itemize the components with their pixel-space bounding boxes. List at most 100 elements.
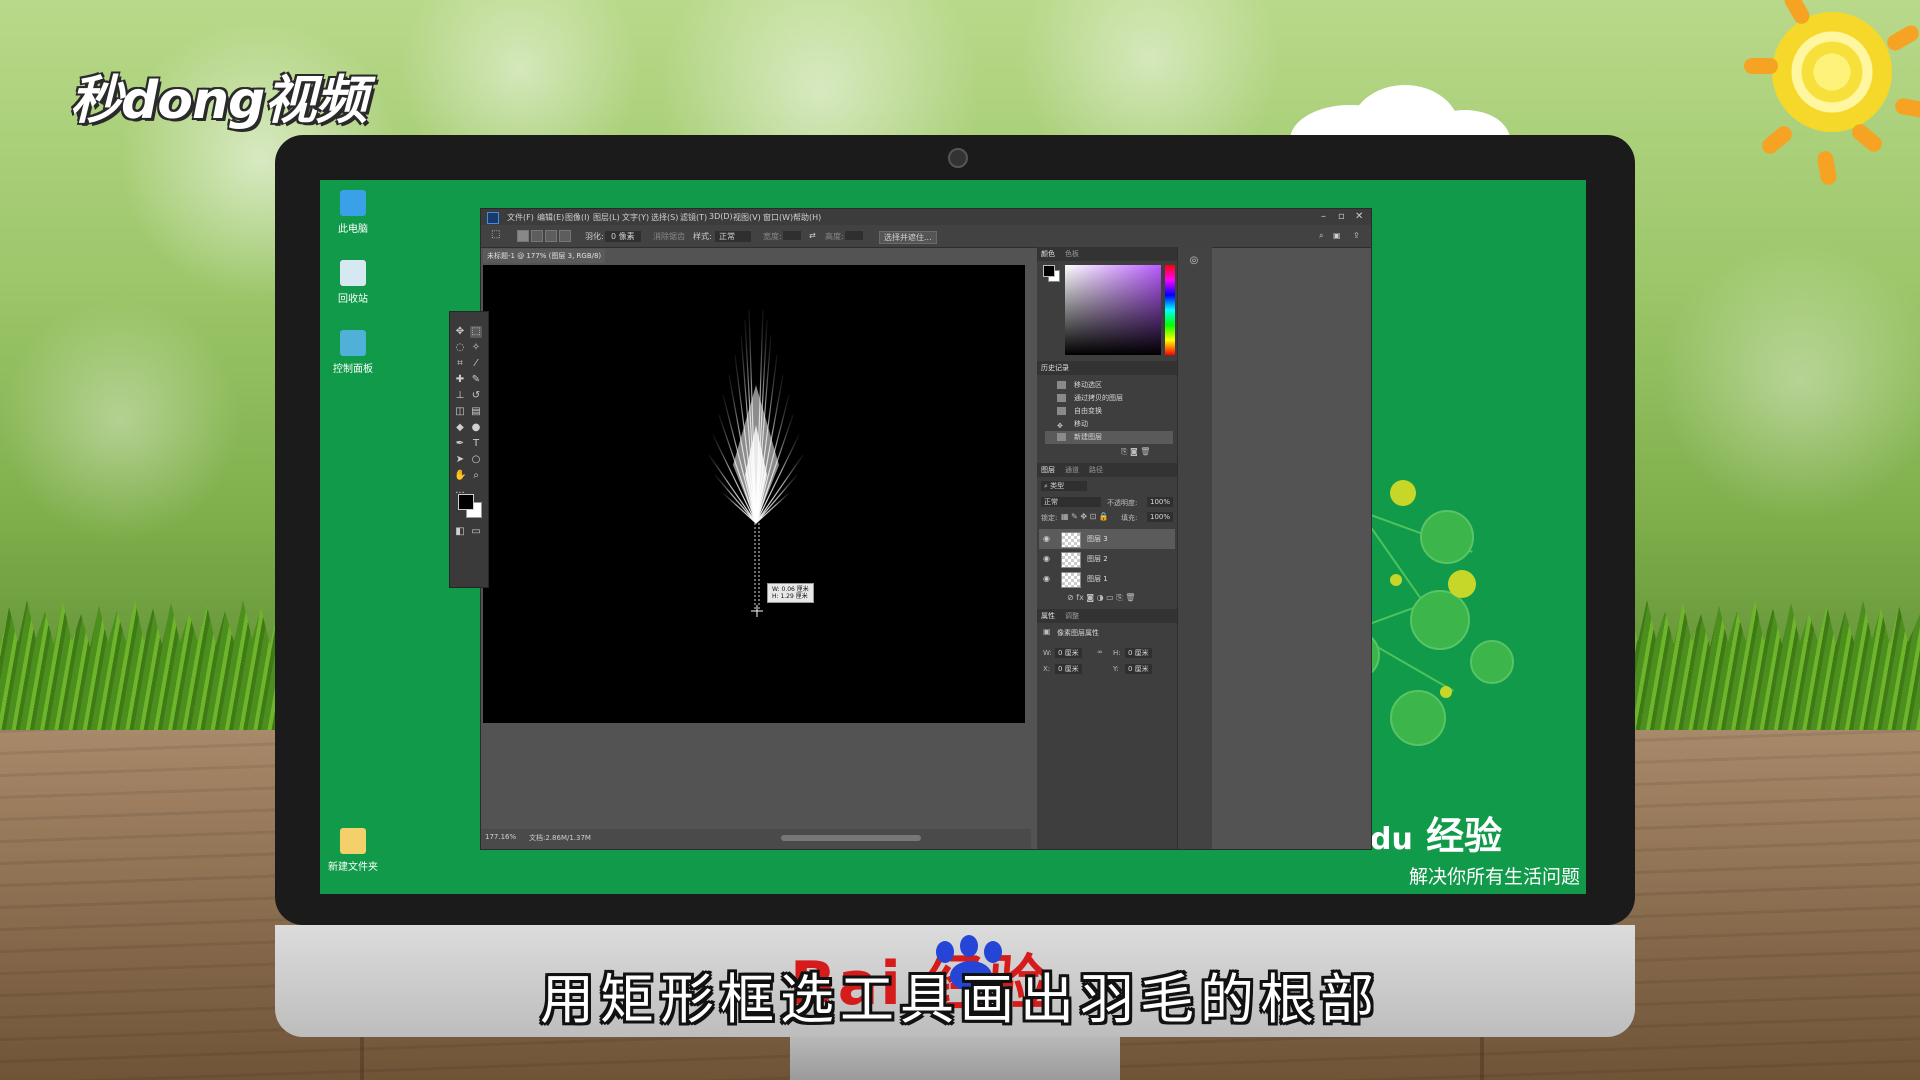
maximize-icon[interactable]: ▫: [1338, 211, 1345, 222]
feather-input[interactable]: 0 像素: [605, 231, 641, 242]
sun-illustration: [1700, 0, 1920, 220]
menu-filter[interactable]: 滤镜(T): [680, 212, 707, 223]
blur-tool-icon[interactable]: ◆: [454, 422, 466, 434]
quick-mask-icon[interactable]: ◧: [454, 526, 466, 538]
prop-h-label: H:: [1113, 649, 1121, 657]
tab-history[interactable]: 历史记录: [1041, 363, 1069, 373]
share-icon[interactable]: ⇪: [1353, 231, 1360, 240]
visibility-eye-icon[interactable]: ◉: [1043, 549, 1050, 569]
menu-type[interactable]: 文字(Y): [622, 212, 649, 223]
history-item[interactable]: 通过拷贝的图层: [1045, 392, 1173, 405]
color-picker[interactable]: [1065, 265, 1175, 355]
minimize-icon[interactable]: –: [1321, 211, 1326, 222]
menu-edit[interactable]: 编辑(E): [537, 212, 564, 223]
pen-tool-icon[interactable]: ✒: [454, 438, 466, 450]
fill-input[interactable]: 100%: [1147, 512, 1174, 522]
new-selection-button[interactable]: [517, 230, 529, 242]
history-item[interactable]: 移动选区: [1045, 379, 1173, 392]
layer-row[interactable]: ◉ 图层 1: [1039, 569, 1175, 589]
close-icon[interactable]: ✕: [1355, 211, 1363, 222]
history-item-active[interactable]: 新建图层: [1045, 431, 1173, 444]
opacity-input[interactable]: 100%: [1147, 497, 1174, 507]
layer-row[interactable]: ◉ 图层 2: [1039, 549, 1175, 569]
subtract-selection-button[interactable]: [545, 230, 557, 242]
horizontal-scrollbar[interactable]: [781, 835, 921, 841]
height-input[interactable]: [845, 231, 863, 240]
document-tab[interactable]: 未标题-1 @ 177% (图层 3, RGB/8) * ×: [483, 249, 605, 274]
prop-y-input[interactable]: 0 厘米: [1125, 664, 1152, 674]
rectangular-marquee-tool-icon[interactable]: ⬚: [470, 326, 482, 338]
crop-tool-icon[interactable]: ⌗: [454, 358, 466, 370]
foreground-color-swatch[interactable]: [458, 494, 474, 510]
zoom-tool-icon[interactable]: ⌕: [470, 470, 482, 482]
magic-wand-tool-icon[interactable]: ✧: [470, 342, 482, 354]
blend-mode-select[interactable]: 正常: [1041, 497, 1101, 507]
tab-color[interactable]: 颜色: [1041, 249, 1055, 259]
panel-foreground-swatch[interactable]: [1043, 265, 1055, 277]
menu-file[interactable]: 文件(F): [507, 212, 534, 223]
hand-tool-icon[interactable]: ✋: [454, 470, 466, 482]
add-selection-button[interactable]: [531, 230, 543, 242]
menu-image[interactable]: 图像(I): [565, 212, 590, 223]
tab-channels[interactable]: 通道: [1065, 465, 1079, 475]
type-tool-icon[interactable]: T: [470, 438, 482, 450]
search-icon[interactable]: ⌕: [1319, 231, 1323, 241]
menu-window[interactable]: 窗口(W): [763, 212, 793, 223]
visibility-eye-icon[interactable]: ◉: [1043, 569, 1050, 589]
dodge-tool-icon[interactable]: ●: [470, 422, 482, 434]
desktop-icon-label: 回收站: [338, 294, 368, 305]
history-item[interactable]: 自由变换: [1045, 405, 1173, 418]
screen-mode-icon[interactable]: ▭: [470, 526, 482, 538]
path-selection-tool-icon[interactable]: ➤: [454, 454, 466, 466]
history-brush-tool-icon[interactable]: ↺: [470, 390, 482, 402]
link-icon[interactable]: ∞: [1097, 648, 1103, 656]
layer-actions-icons[interactable]: ⊘ fx ◙ ◑ ▭ ⎘ 🗑: [1067, 593, 1135, 603]
prop-x-input[interactable]: 0 厘米: [1055, 664, 1082, 674]
brush-tool-icon[interactable]: ✎: [470, 374, 482, 386]
marquee-tool-preset-icon[interactable]: ⬚: [491, 229, 500, 240]
visibility-eye-icon[interactable]: ◉: [1043, 529, 1050, 549]
swap-icon[interactable]: ⇄: [809, 231, 816, 240]
history-item[interactable]: ✥ 移动: [1045, 418, 1173, 431]
healing-brush-tool-icon[interactable]: ✚: [454, 374, 466, 386]
prop-w-input[interactable]: 0 厘米: [1055, 648, 1082, 658]
canvas[interactable]: W: 0.06 厘米 H: 1.29 厘米: [483, 265, 1025, 723]
eyedropper-tool-icon[interactable]: ⁄: [470, 358, 482, 370]
menu-select[interactable]: 选择(S): [651, 212, 678, 223]
tab-adjustments[interactable]: 调整: [1065, 611, 1079, 621]
layer-row[interactable]: ◉ 图层 3: [1039, 529, 1175, 549]
tab-swatches[interactable]: 色板: [1065, 249, 1079, 259]
lasso-tool-icon[interactable]: ◌: [454, 342, 466, 354]
history-actions-icons[interactable]: ⎘ ◙ 🗑: [1121, 447, 1150, 457]
select-and-mask-button[interactable]: 选择并遮住...: [879, 231, 937, 244]
desktop-icon-recycle-bin[interactable]: 回收站: [320, 260, 388, 305]
style-select[interactable]: 正常: [715, 231, 751, 242]
desktop-icon-new-folder[interactable]: 新建文件夹: [320, 828, 388, 873]
eraser-tool-icon[interactable]: ◫: [454, 406, 466, 418]
hue-slider[interactable]: [1165, 265, 1175, 355]
clone-stamp-tool-icon[interactable]: ⊥: [454, 390, 466, 402]
menu-help[interactable]: 帮助(H): [793, 212, 821, 223]
intersect-selection-button[interactable]: [559, 230, 571, 242]
menu-3d[interactable]: 3D(D): [709, 212, 733, 221]
document-size[interactable]: 文档:2.86M/1.37M: [529, 833, 591, 843]
layer-kind-filter[interactable]: ⌕ 类型: [1041, 481, 1087, 491]
zoom-level[interactable]: 177.16%: [485, 833, 516, 841]
desktop-icon-this-pc[interactable]: 此电脑: [320, 190, 388, 235]
prop-h-input[interactable]: 0 厘米: [1125, 648, 1152, 658]
shape-tool-icon[interactable]: ○: [470, 454, 482, 466]
menu-view[interactable]: 视图(V): [733, 212, 761, 223]
tab-paths[interactable]: 路径: [1089, 465, 1103, 475]
workspace-icon[interactable]: ▣: [1333, 231, 1341, 240]
lock-icons[interactable]: ▦ ✎ ✥ ⊡ 🔒: [1061, 512, 1109, 521]
antialias-checkbox[interactable]: 消除锯齿: [653, 231, 685, 242]
tab-layers[interactable]: 图层: [1041, 465, 1055, 475]
menu-layer[interactable]: 图层(L): [593, 212, 620, 223]
saturation-brightness-field[interactable]: [1065, 265, 1161, 355]
desktop-icon-control-panel[interactable]: 控制面板: [320, 330, 388, 375]
move-tool-icon[interactable]: ✥: [454, 326, 466, 338]
width-input[interactable]: [783, 231, 801, 240]
collapsed-panel-icon[interactable]: ◎: [1188, 255, 1200, 267]
tab-properties[interactable]: 属性: [1041, 611, 1055, 621]
gradient-tool-icon[interactable]: ▤: [470, 406, 482, 418]
